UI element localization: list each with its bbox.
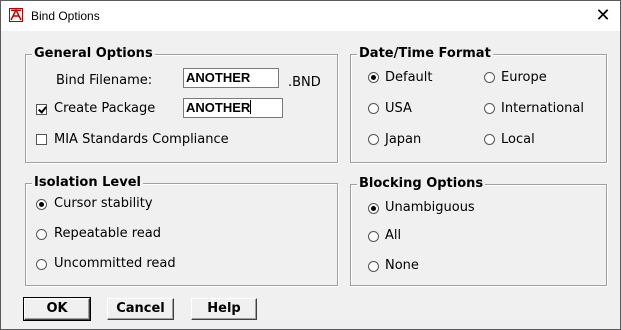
close-icon[interactable]: ✕: [586, 1, 620, 31]
ok-button[interactable]: OK: [23, 297, 91, 321]
radio-cursor-stability[interactable]: [36, 199, 47, 210]
bnd-suffix: .BND: [288, 75, 321, 90]
datetime-format-legend: Date/Time Format: [357, 46, 493, 61]
create-package-label[interactable]: Create Package: [54, 101, 155, 116]
isolation-level-group: Isolation Level Cursor stability Repeata…: [25, 175, 338, 286]
label-cursor-stability[interactable]: Cursor stability: [54, 196, 153, 211]
bind-app-icon: [9, 8, 23, 22]
cancel-button[interactable]: Cancel: [107, 298, 174, 320]
title-bar: Bind Options ✕: [1, 1, 620, 31]
bind-filename-input[interactable]: ANOTHER: [183, 68, 279, 88]
label-europe[interactable]: Europe: [501, 70, 547, 85]
help-button[interactable]: Help: [191, 298, 257, 320]
general-options-legend: General Options: [32, 46, 155, 61]
radio-default[interactable]: [368, 72, 379, 83]
create-package-checkbox[interactable]: [36, 104, 47, 115]
label-unambiguous[interactable]: Unambiguous: [385, 200, 475, 215]
datetime-format-group: Date/Time Format Default Europe USA Inte…: [350, 46, 607, 163]
label-japan[interactable]: Japan: [385, 132, 421, 147]
general-options-group: General Options Bind Filename: ANOTHER .…: [25, 46, 338, 163]
radio-repeatable-read[interactable]: [36, 229, 47, 240]
radio-none[interactable]: [368, 261, 379, 272]
label-local[interactable]: Local: [501, 132, 535, 147]
bind-filename-label: Bind Filename:: [56, 73, 153, 88]
label-usa[interactable]: USA: [385, 101, 412, 116]
blocking-options-group: Blocking Options Unambiguous All None: [350, 176, 607, 286]
mia-standards-label[interactable]: MIA Standards Compliance: [54, 132, 229, 147]
blocking-options-legend: Blocking Options: [357, 176, 486, 191]
text-caret: [250, 100, 252, 114]
label-all[interactable]: All: [385, 228, 401, 243]
radio-uncommitted-read[interactable]: [36, 259, 47, 270]
package-name-input[interactable]: ANOTHER: [183, 98, 283, 118]
mia-standards-checkbox[interactable]: [36, 134, 47, 145]
radio-international[interactable]: [484, 103, 495, 114]
radio-unambiguous[interactable]: [368, 203, 379, 214]
label-none[interactable]: None: [385, 258, 419, 273]
window-title: Bind Options: [31, 9, 100, 23]
radio-usa[interactable]: [368, 103, 379, 114]
package-name-value: ANOTHER: [186, 100, 251, 115]
radio-local[interactable]: [484, 134, 495, 145]
radio-europe[interactable]: [484, 72, 495, 83]
bind-filename-value: ANOTHER: [186, 70, 251, 85]
radio-all[interactable]: [368, 231, 379, 242]
label-uncommitted-read[interactable]: Uncommitted read: [54, 256, 176, 271]
bind-options-dialog: Bind Options ✕ General Options Bind File…: [0, 0, 621, 330]
label-repeatable-read[interactable]: Repeatable read: [54, 226, 161, 241]
label-default[interactable]: Default: [385, 70, 433, 85]
label-international[interactable]: International: [501, 101, 584, 116]
radio-japan[interactable]: [368, 134, 379, 145]
isolation-level-legend: Isolation Level: [32, 175, 143, 190]
